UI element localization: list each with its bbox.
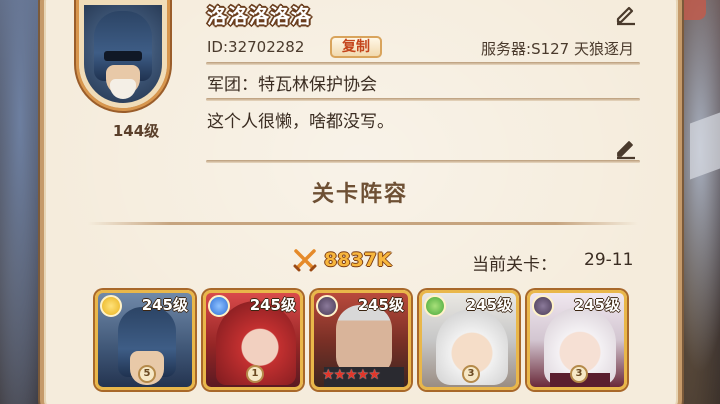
- player-signature: 这个人很懒，啥都没写。: [207, 112, 394, 132]
- hero-card[interactable]: 245级 1: [203, 290, 303, 390]
- hero-level: 245级: [573, 296, 620, 314]
- hero-portrait: [336, 305, 392, 375]
- sun-icon: [100, 295, 122, 317]
- crossed-swords-icon: [293, 249, 317, 272]
- wind-icon: [424, 295, 446, 317]
- water-icon: [208, 295, 230, 317]
- player-id: ID:32702282: [207, 38, 305, 56]
- background-decoration: [690, 112, 720, 180]
- edit-signature-icon[interactable]: [614, 136, 638, 160]
- player-nickname: 洛洛洛洛洛: [207, 4, 312, 28]
- current-stage-value: 29-11: [584, 250, 634, 270]
- hero-level: 245级: [141, 296, 188, 314]
- hero-card[interactable]: 245级 ★★★★★: [311, 290, 411, 390]
- current-stage-label: 当前关卡：: [472, 255, 557, 275]
- divider: [206, 98, 640, 101]
- hero-level: 245级: [465, 296, 512, 314]
- hero-card[interactable]: 245级 5: [95, 290, 195, 390]
- edit-name-icon[interactable]: [614, 2, 638, 26]
- dark-icon: [316, 295, 338, 317]
- server-info: 服务器:S127 天狼逐月: [481, 40, 634, 58]
- combat-power-value: 8837K: [324, 249, 392, 271]
- player-avatar[interactable]: [79, 0, 167, 108]
- lineup-title: 关卡阵容: [311, 182, 408, 207]
- dark-icon: [532, 295, 554, 317]
- player-level: 144级: [112, 122, 160, 140]
- divider: [206, 160, 640, 163]
- divider: [206, 62, 640, 65]
- hero-card[interactable]: 245级 3: [419, 290, 519, 390]
- hero-level: 245级: [357, 296, 404, 314]
- hero-lineup: 245级 5 245级 1 245级 ★★★★★ 245级 3 245级 3: [95, 290, 627, 390]
- combat-power: 8837K: [292, 246, 392, 274]
- guild-info: 军团：特瓦林保护协会: [207, 75, 377, 95]
- hero-card[interactable]: 245级 3: [527, 290, 627, 390]
- hero-level: 245级: [249, 296, 296, 314]
- lineup-divider: [88, 222, 638, 225]
- copy-id-button[interactable]: 复制: [330, 36, 382, 58]
- avatar-visor: [104, 51, 142, 61]
- hero-stars: ★★★★★: [322, 367, 381, 383]
- avatar-beard: [110, 79, 136, 99]
